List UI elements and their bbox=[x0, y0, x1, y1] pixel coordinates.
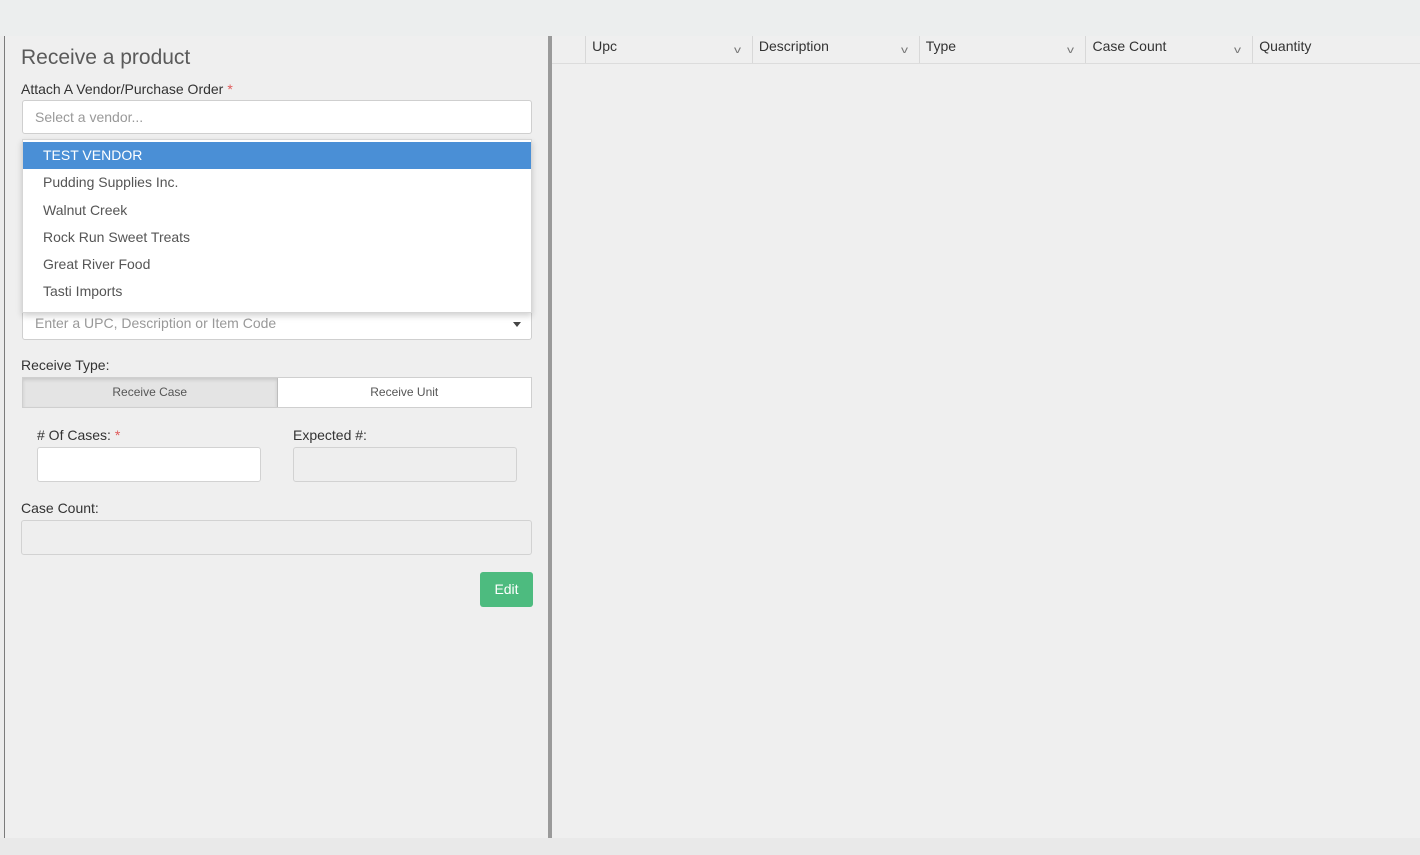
receive-type-toggle: Receive Case Receive Unit bbox=[22, 377, 532, 408]
cases-label: # Of Cases: * bbox=[37, 427, 120, 443]
chevron-down-icon[interactable]: v bbox=[1234, 41, 1241, 61]
page-title: Receive a product bbox=[21, 46, 191, 69]
vendor-option[interactable]: Walnut Creek bbox=[23, 197, 531, 224]
required-marker: * bbox=[114, 427, 121, 443]
vendor-label-text: Attach A Vendor/Purchase Order bbox=[21, 81, 224, 97]
column-header-label: Upc bbox=[592, 38, 618, 54]
grid-header-lead-cell bbox=[552, 36, 587, 63]
column-header-upc[interactable]: Upc v bbox=[586, 36, 753, 63]
vendor-option[interactable]: Tasti Imports bbox=[23, 278, 531, 305]
edit-button[interactable]: Edit bbox=[480, 572, 533, 607]
expected-field bbox=[293, 447, 517, 482]
column-header-label: Case Count bbox=[1092, 38, 1167, 54]
vendor-option[interactable]: Rock Run Sweet Treats bbox=[23, 224, 531, 251]
top-bar bbox=[0, 0, 1420, 36]
vendor-select[interactable]: Select a vendor... bbox=[22, 100, 532, 134]
received-items-grid: Upc v Description v Type v Case Count v … bbox=[552, 36, 1420, 838]
receive-case-button[interactable]: Receive Case bbox=[23, 378, 278, 407]
column-header-quantity[interactable]: Quantity bbox=[1253, 36, 1420, 63]
bottom-bar bbox=[0, 838, 1420, 855]
column-header-label: Description bbox=[758, 38, 829, 54]
vendor-option[interactable]: Great River Food bbox=[23, 251, 531, 278]
column-header-description[interactable]: Description v bbox=[753, 36, 920, 63]
vendor-label: Attach A Vendor/Purchase Order * bbox=[21, 81, 233, 97]
case-count-field bbox=[21, 520, 532, 555]
chevron-down-icon[interactable]: v bbox=[1067, 41, 1074, 61]
expected-label: Expected #: bbox=[293, 427, 367, 443]
case-count-label: Case Count: bbox=[21, 500, 99, 516]
cases-input[interactable] bbox=[37, 447, 261, 482]
chevron-down-icon[interactable]: v bbox=[901, 41, 908, 61]
column-header-label: Type bbox=[925, 38, 957, 54]
column-header-case-count[interactable]: Case Count v bbox=[1086, 36, 1254, 63]
cases-label-text: # Of Cases: bbox=[37, 427, 111, 443]
column-header-type[interactable]: Type v bbox=[920, 36, 1087, 63]
receive-unit-button[interactable]: Receive Unit bbox=[278, 378, 532, 407]
product-search-placeholder: Enter a UPC, Description or Item Code bbox=[35, 315, 277, 331]
receive-form-panel: Receive a product Attach A Vendor/Purcha… bbox=[4, 36, 549, 838]
column-header-label: Quantity bbox=[1259, 38, 1312, 54]
chevron-down-icon[interactable]: v bbox=[734, 41, 741, 61]
caret-down-icon[interactable] bbox=[513, 322, 521, 327]
vendor-option[interactable]: TEST VENDOR bbox=[23, 142, 531, 170]
required-marker: * bbox=[227, 81, 233, 97]
receive-type-label: Receive Type: bbox=[21, 357, 110, 373]
vendor-option[interactable]: Pudding Supplies Inc. bbox=[23, 169, 531, 196]
grid-header: Upc v Description v Type v Case Count v … bbox=[552, 36, 1420, 64]
vendor-dropdown-list: TEST VENDOR Pudding Supplies Inc. Walnut… bbox=[22, 139, 532, 313]
